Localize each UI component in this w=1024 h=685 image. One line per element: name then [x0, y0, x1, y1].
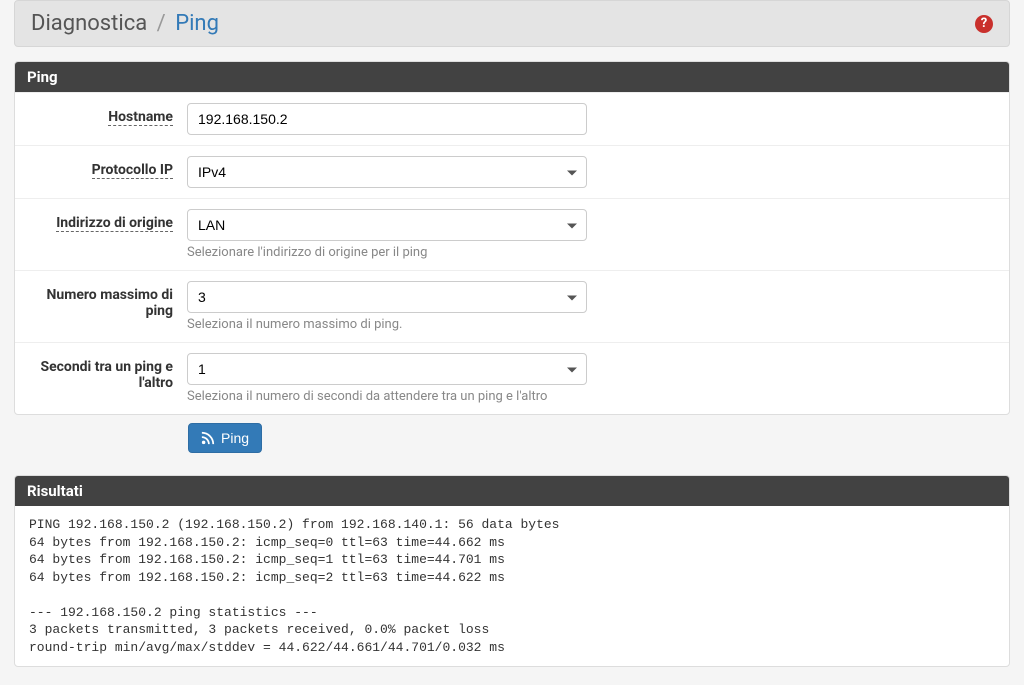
seconds-row: Secondi tra un ping e l'altro 1 Selezion…	[15, 342, 1009, 414]
protocol-row: Protocollo IP IPv4	[15, 145, 1009, 198]
maxping-row: Numero massimo di ping 3 Seleziona il nu…	[15, 270, 1009, 342]
protocol-label: Protocollo IP	[27, 156, 187, 178]
ping-button-label: Ping	[221, 430, 249, 446]
breadcrumb-current[interactable]: Ping	[175, 11, 219, 36]
help-icon[interactable]: ?	[975, 15, 993, 33]
maxping-help: Seleziona il numero massimo di ping.	[187, 317, 587, 332]
results-output: PING 192.168.150.2 (192.168.150.2) from …	[15, 506, 1009, 666]
protocol-select[interactable]: IPv4	[187, 156, 587, 188]
seconds-help: Seleziona il numero di secondi da attend…	[187, 389, 587, 404]
seconds-label: Secondi tra un ping e l'altro	[27, 353, 187, 391]
breadcrumb-main[interactable]: Diagnostica	[31, 11, 147, 36]
seconds-select[interactable]: 1	[187, 353, 587, 385]
ping-icon	[201, 431, 215, 445]
results-panel: Risultati PING 192.168.150.2 (192.168.15…	[14, 475, 1010, 667]
breadcrumb-bar: Diagnostica / Ping ?	[14, 0, 1010, 47]
hostname-row: Hostname	[15, 92, 1009, 145]
maxping-select[interactable]: 3	[187, 281, 587, 313]
ping-panel-title: Ping	[15, 62, 1009, 92]
hostname-input[interactable]	[187, 103, 587, 135]
breadcrumb-separator: /	[157, 11, 166, 36]
source-select[interactable]: LAN	[187, 209, 587, 241]
maxping-label: Numero massimo di ping	[27, 281, 187, 319]
source-row: Indirizzo di origine LAN Selezionare l'i…	[15, 198, 1009, 270]
ping-panel: Ping Hostname Protocollo IP IPv4 Indiriz…	[14, 61, 1010, 415]
source-label: Indirizzo di origine	[27, 209, 187, 231]
ping-button[interactable]: Ping	[188, 423, 262, 453]
source-help: Selezionare l'indirizzo di origine per i…	[187, 245, 587, 260]
breadcrumb: Diagnostica / Ping	[31, 11, 219, 36]
results-panel-title: Risultati	[15, 476, 1009, 506]
hostname-label: Hostname	[27, 103, 187, 125]
